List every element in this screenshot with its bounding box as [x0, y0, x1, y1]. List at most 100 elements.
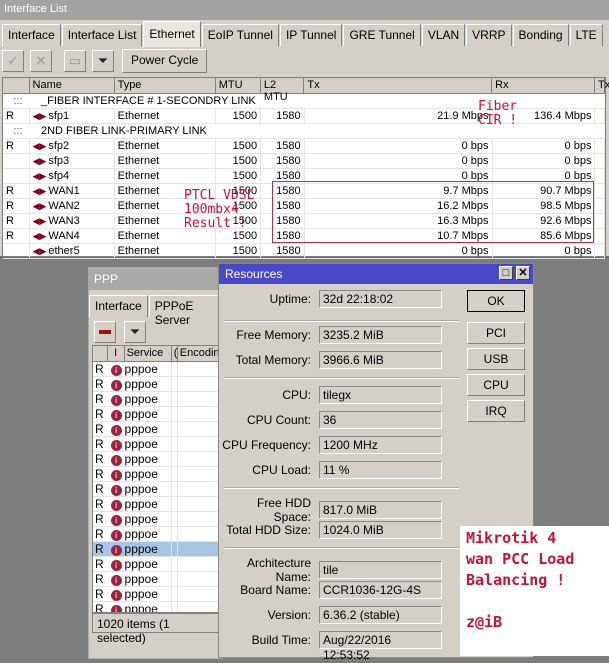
free-hdd-value: 817.0 MiB [319, 501, 442, 519]
flag-cell: R [95, 557, 104, 571]
separator [224, 320, 459, 322]
tab-gre-tunnel[interactable]: GRE Tunnel [343, 24, 421, 46]
pppoe-user-icon: i [110, 590, 122, 601]
note-line: z@iB [466, 613, 503, 631]
column-header-mtu[interactable]: MTU [216, 78, 261, 93]
service-cell: pppoe [125, 512, 172, 526]
cpu-load-value: 11 % [319, 461, 442, 479]
tab-interface[interactable]: Interface [89, 295, 148, 317]
table-row[interactable]: R i pppoe [93, 512, 221, 527]
field-label: Free Memory: [236, 328, 311, 342]
table-row[interactable]: R i pppoe [93, 602, 221, 612]
pppoe-user-icon: i [110, 605, 122, 612]
ethernet-port-icon: ◀▶ [32, 111, 47, 121]
tab-interface-list[interactable]: Interface List [61, 24, 143, 46]
service-cell: pppoe [125, 587, 172, 601]
remove-button[interactable] [94, 321, 116, 343]
table-row[interactable]: R ◀▶ sfp2 Ethernet 1500 1580 0 bps 0 bps [3, 139, 606, 154]
encoding-cell [178, 527, 221, 541]
enable-button[interactable]: ✓ [2, 50, 24, 72]
table-row[interactable]: R i pppoe [93, 422, 221, 437]
pci-button[interactable]: PCI [467, 322, 525, 344]
flag-cell: R [95, 527, 104, 541]
note-line: Mikrotik 4 [466, 529, 557, 547]
table-row[interactable]: R i pppoe [93, 437, 221, 452]
note-line: Balancing ! [466, 571, 566, 589]
table-row[interactable]: R i pppoe [93, 452, 221, 467]
icon-cell: i [108, 587, 125, 601]
irq-button[interactable]: IRQ [467, 400, 525, 422]
tab-lte[interactable]: LTE [569, 24, 603, 46]
tab-pppoe-server[interactable]: PPPoE Server [148, 295, 221, 327]
icon-cell: i [108, 512, 125, 526]
tab-bar: Interface PPPoE Server [89, 295, 222, 327]
table-row[interactable]: ◀▶ sfp3 Ethernet 1500 1580 0 bps 0 bps [3, 154, 606, 169]
comment-button[interactable]: ▭ [64, 50, 86, 72]
encoding-cell [178, 392, 221, 406]
table-row[interactable]: R i pppoe [93, 497, 221, 512]
tab-ip-tunnel[interactable]: IP Tunnel [279, 24, 343, 46]
service-cell: pppoe [125, 497, 172, 511]
column-header-service[interactable]: Service [125, 346, 172, 361]
comment-icon: ▭ [68, 53, 82, 68]
filter-button[interactable]: ⏷ [124, 321, 146, 343]
separator [224, 377, 459, 379]
tab-vrrp[interactable]: VRRP [466, 24, 512, 46]
column-header-l2mtu[interactable]: L2 MTU [261, 78, 305, 103]
table-row[interactable]: R i pppoe [93, 467, 221, 482]
column-header-name[interactable]: Name [30, 78, 115, 93]
tab-interface[interactable]: Interface [2, 24, 61, 46]
table-row[interactable]: R i pppoe [93, 482, 221, 497]
field-label: CPU Load: [252, 463, 311, 477]
maximize-button[interactable]: □ [499, 266, 513, 280]
column-header-tx[interactable]: Tx [304, 78, 493, 93]
ethernet-port-icon: ◀▶ [32, 186, 47, 196]
column-header-rx[interactable]: Rx [492, 78, 595, 93]
table-row[interactable]: R i pppoe [93, 392, 221, 407]
pppoe-user-icon: i [110, 470, 122, 481]
power-cycle-button[interactable]: Power Cycle [122, 49, 208, 73]
column-header-flags[interactable] [93, 346, 108, 361]
minus-icon [99, 330, 111, 334]
table-row[interactable]: R i pppoe [93, 557, 221, 572]
filter-button[interactable]: ⏷ [92, 50, 114, 72]
column-header-type[interactable]: Type [115, 78, 216, 93]
column-header-encoding[interactable]: Encodin [178, 346, 221, 361]
cpu-button[interactable]: CPU [467, 374, 525, 396]
table-header: Name Type MTU L2 MTU Tx Rx Tx [3, 78, 609, 103]
table-row[interactable]: ◀▶ ether5 Ethernet 1500 1580 0 bps 0 bps [3, 244, 606, 259]
table-row[interactable]: R i pppoe [93, 542, 221, 557]
tab-ethernet[interactable]: Ethernet [143, 21, 201, 47]
flag-cell: R [95, 482, 104, 496]
service-cell: pppoe [125, 392, 172, 406]
table-row[interactable]: R i pppoe [93, 377, 221, 392]
column-header-tx-packets[interactable]: Tx [595, 78, 609, 93]
usb-button[interactable]: USB [467, 348, 525, 370]
service-cell: pppoe [125, 557, 172, 571]
table-row[interactable]: R i pppoe [93, 407, 221, 422]
tab-eoip-tunnel[interactable]: EoIP Tunnel [201, 24, 279, 46]
tx-cell: 21.9 Mbps [305, 109, 493, 123]
table-row[interactable]: R i pppoe [93, 362, 221, 377]
column-header-flags[interactable] [3, 78, 30, 93]
column-header-icon[interactable]: I [108, 346, 125, 361]
annotation-line: 100mbx4 [184, 202, 239, 217]
total-hdd-field: Total HDD Size: 1024.0 MiB [219, 521, 442, 539]
ethernet-port-icon: ◀▶ [32, 171, 47, 181]
tab-vlan[interactable]: VLAN [421, 24, 466, 46]
encoding-cell [178, 467, 221, 481]
interface-name: WAN3 [48, 215, 80, 227]
service-cell: pppoe [125, 602, 172, 612]
l2mtu-cell: 1580 [261, 139, 305, 153]
tab-bonding[interactable]: Bonding [512, 24, 569, 46]
type-cell: Ethernet [115, 169, 216, 183]
ok-button[interactable]: OK [467, 290, 525, 312]
table-row[interactable]: R i pppoe [93, 572, 221, 587]
table-row[interactable]: R i pppoe [93, 527, 221, 542]
toolbar: ✓ ✕ ▭ ⏷ Power Cycle [2, 49, 208, 73]
table-row[interactable]: R i pppoe [93, 587, 221, 602]
flag-cell: R [3, 199, 30, 213]
close-button[interactable]: ✕ [516, 266, 530, 280]
mtu-cell: 1500 [216, 169, 262, 183]
disable-button[interactable]: ✕ [30, 50, 52, 72]
